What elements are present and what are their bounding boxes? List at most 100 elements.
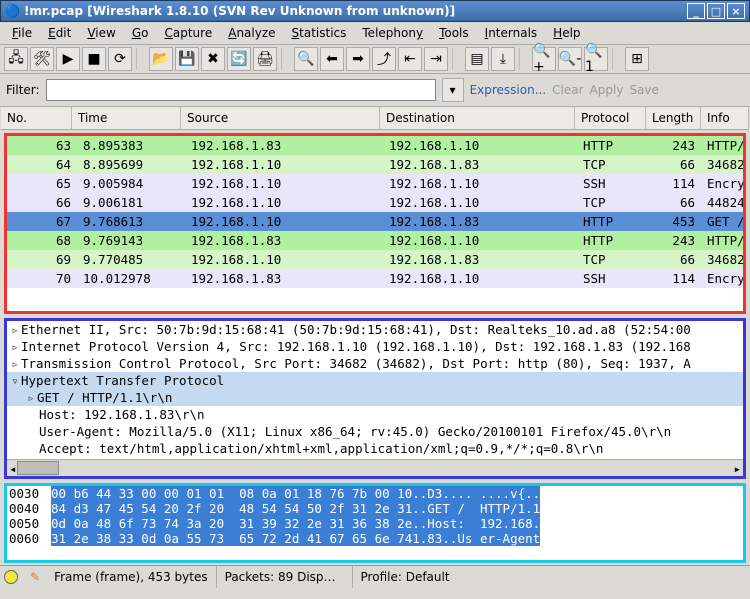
edit-icon[interactable]: ✎ (30, 570, 40, 584)
toolbar-separator (612, 48, 621, 70)
expand-icon[interactable]: ▹ (25, 390, 37, 405)
packet-details-pane[interactable]: ▹Ethernet II, Src: 50:7b:9d:15:68:41 (50… (4, 318, 746, 479)
menu-view[interactable]: View (81, 24, 121, 42)
hex-row[interactable]: 0050 0d 0a 48 6f 73 74 3a 20 31 39 32 2e… (7, 516, 743, 531)
expand-icon[interactable]: ▹ (9, 339, 21, 354)
toolbar-separator (519, 48, 528, 70)
main-toolbar: 🖧 🛠 ▶ ■ ⟳ 📂 💾 ✖ 🔄 🖨 🔍 ⬅ ➡ ⤴ ⇤ ⇥ ▤ ⤓ 🔍+ 🔍… (0, 45, 750, 74)
toolbar-separator (452, 48, 461, 70)
col-no[interactable]: No. (1, 107, 72, 129)
packet-row[interactable]: 638.895383192.168.1.83192.168.1.10HTTP24… (7, 136, 743, 155)
status-profile[interactable]: Profile: Default (352, 566, 458, 588)
col-src[interactable]: Source (181, 107, 380, 129)
menu-capture[interactable]: Capture (158, 24, 218, 42)
collapse-icon[interactable]: ▿ (9, 373, 21, 388)
expand-icon[interactable]: ▹ (9, 322, 21, 337)
go-back-icon[interactable]: ⬅ (320, 47, 344, 71)
zoom-in-icon[interactable]: 🔍+ (532, 47, 556, 71)
col-len[interactable]: Length (646, 107, 701, 129)
menu-file[interactable]: File (6, 24, 38, 42)
col-time[interactable]: Time (72, 107, 181, 129)
expand-icon[interactable]: ▹ (9, 356, 21, 371)
colorize-icon[interactable]: ▤ (465, 47, 489, 71)
packet-row[interactable]: 659.005984192.168.1.10192.168.1.10SSH114… (7, 174, 743, 193)
menu-internals[interactable]: Internals (479, 24, 544, 42)
packet-list-header: No. Time Source Destination Protocol Len… (1, 107, 749, 130)
packet-row[interactable]: 699.770485192.168.1.10192.168.1.83TCP663… (7, 250, 743, 269)
stop-capture-icon[interactable]: ■ (82, 47, 106, 71)
packet-row[interactable]: 669.006181192.168.1.10192.168.1.10TCP664… (7, 193, 743, 212)
tree-ethernet[interactable]: ▹Ethernet II, Src: 50:7b:9d:15:68:41 (50… (7, 321, 743, 338)
filter-bar: Filter: ▾ Expression... Clear Apply Save (0, 74, 750, 107)
menu-go[interactable]: Go (126, 24, 155, 42)
packet-row[interactable]: 689.769143192.168.1.83192.168.1.10HTTP24… (7, 231, 743, 250)
tree-ip[interactable]: ▹Internet Protocol Version 4, Src: 192.1… (7, 338, 743, 355)
print-icon[interactable]: 🖨 (253, 47, 277, 71)
start-capture-icon[interactable]: ▶ (56, 47, 80, 71)
title-bar: 🔵 !mr.pcap [Wireshark 1.8.10 (SVN Rev Un… (0, 0, 750, 22)
filter-label: Filter: (6, 83, 40, 97)
menu-edit[interactable]: Edit (42, 24, 77, 42)
tree-http-ua[interactable]: User-Agent: Mozilla/5.0 (X11; Linux x86_… (7, 423, 743, 440)
menu-bar: File Edit View Go Capture Analyze Statis… (0, 22, 750, 45)
zoom-out-icon[interactable]: 🔍- (558, 47, 582, 71)
menu-analyze[interactable]: Analyze (222, 24, 281, 42)
close-button[interactable]: × (727, 3, 745, 19)
filter-input[interactable] (46, 79, 436, 101)
menu-help[interactable]: Help (547, 24, 586, 42)
maximize-button[interactable]: □ (707, 3, 725, 19)
go-last-icon[interactable]: ⇥ (424, 47, 448, 71)
menu-statistics[interactable]: Statistics (286, 24, 353, 42)
zoom-reset-icon[interactable]: 🔍1 (584, 47, 608, 71)
hscrollbar[interactable]: ◂ ▸ (7, 459, 743, 476)
menu-telephony[interactable]: Telephony (356, 24, 429, 42)
hex-row[interactable]: 0040 84 d3 47 45 54 20 2f 20 48 54 54 50… (7, 501, 743, 516)
tree-http-host[interactable]: Host: 192.168.1.83\r\n (7, 406, 743, 423)
status-bar: ✎ Frame (frame), 453 bytes Packets: 89 D… (0, 565, 750, 588)
tree-http-get[interactable]: ▹GET / HTTP/1.1\r\n (7, 389, 743, 406)
col-dst[interactable]: Destination (380, 107, 575, 129)
col-proto[interactable]: Protocol (575, 107, 646, 129)
window-title: !mr.pcap [Wireshark 1.8.10 (SVN Rev Unkn… (24, 4, 685, 18)
toolbar-separator (281, 48, 290, 70)
filter-dropdown-icon[interactable]: ▾ (442, 78, 464, 102)
scroll-left-icon[interactable]: ◂ (9, 461, 17, 476)
packet-list-pane[interactable]: 638.895383192.168.1.83192.168.1.10HTTP24… (4, 133, 746, 314)
menu-tools[interactable]: Tools (433, 24, 475, 42)
packet-row[interactable]: 7010.012978192.168.1.83192.168.1.10SSH11… (7, 269, 743, 288)
packet-row[interactable]: 648.895699192.168.1.10192.168.1.83TCP663… (7, 155, 743, 174)
packet-row[interactable]: 679.768613192.168.1.10192.168.1.83HTTP45… (7, 212, 743, 231)
clear-button[interactable]: Clear (552, 83, 583, 97)
go-first-icon[interactable]: ⇤ (398, 47, 422, 71)
save-icon[interactable]: 💾 (175, 47, 199, 71)
go-to-icon[interactable]: ⤴ (372, 47, 396, 71)
app-icon: 🔵 (5, 4, 20, 18)
scroll-right-icon[interactable]: ▸ (733, 461, 741, 476)
hex-row[interactable]: 0030 00 b6 44 33 00 00 01 01 08 0a 01 18… (7, 486, 743, 501)
status-frame: Frame (frame), 453 bytes (54, 570, 208, 584)
minimize-button[interactable]: _ (687, 3, 705, 19)
save-filter-button[interactable]: Save (629, 83, 658, 97)
col-info[interactable]: Info (701, 107, 749, 129)
auto-scroll-icon[interactable]: ⤓ (491, 47, 515, 71)
toolbar-separator (136, 48, 145, 70)
restart-capture-icon[interactable]: ⟳ (108, 47, 132, 71)
status-packets: Packets: 89 Disp… (216, 566, 344, 588)
scroll-thumb[interactable] (17, 461, 59, 475)
resize-columns-icon[interactable]: ⊞ (625, 47, 649, 71)
interfaces-icon[interactable]: 🖧 (4, 47, 28, 71)
hex-row[interactable]: 0060 31 2e 38 33 0d 0a 55 73 65 72 2d 41… (7, 531, 743, 546)
tree-http-accept[interactable]: Accept: text/html,application/xhtml+xml,… (7, 440, 743, 457)
go-forward-icon[interactable]: ➡ (346, 47, 370, 71)
options-icon[interactable]: 🛠 (30, 47, 54, 71)
reload-icon[interactable]: 🔄 (227, 47, 251, 71)
open-icon[interactable]: 📂 (149, 47, 173, 71)
tree-tcp[interactable]: ▹Transmission Control Protocol, Src Port… (7, 355, 743, 372)
expression-button[interactable]: Expression... (470, 83, 547, 97)
tree-http[interactable]: ▿Hypertext Transfer Protocol (7, 372, 743, 389)
apply-button[interactable]: Apply (590, 83, 624, 97)
find-icon[interactable]: 🔍 (294, 47, 318, 71)
expert-info-icon[interactable] (4, 570, 18, 584)
close-file-icon[interactable]: ✖ (201, 47, 225, 71)
packet-bytes-pane[interactable]: 0030 00 b6 44 33 00 00 01 01 08 0a 01 18… (4, 483, 746, 563)
